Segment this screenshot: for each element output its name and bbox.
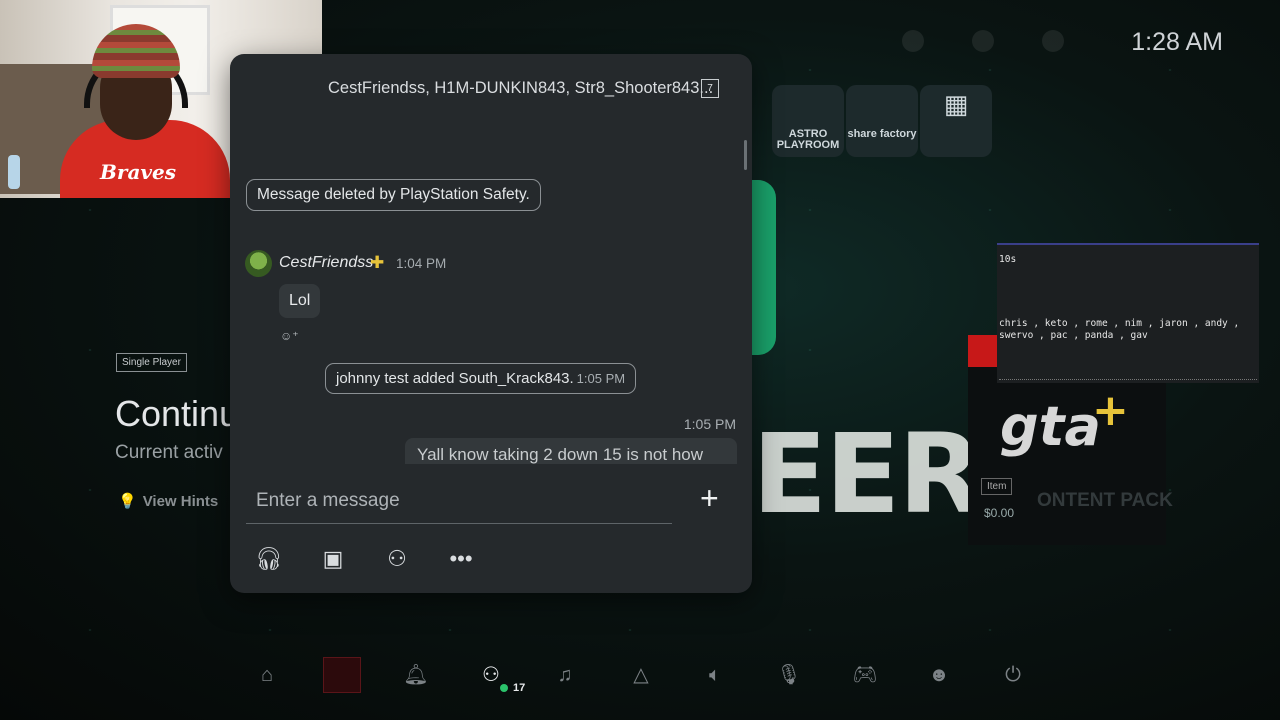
avatar[interactable]	[245, 250, 272, 277]
background-game-card	[752, 180, 776, 355]
message-sender[interactable]: CestFriendss	[279, 254, 373, 272]
tile-label: ASTRO PLAYROOM	[776, 128, 840, 151]
own-message-timestamp: 1:05 PM	[683, 416, 736, 432]
own-message-bubble[interactable]: Yall know taking 2 down 15 is not how	[405, 438, 737, 464]
item-price: $0.00	[984, 506, 1015, 520]
friends-online-count: 17	[513, 682, 526, 694]
game-avatar-icon[interactable]: ☻	[924, 660, 954, 690]
controller-icon[interactable]: 🎮︎	[850, 660, 880, 690]
shirt-logo: Braves	[100, 160, 177, 184]
more-options-icon[interactable]: •••	[446, 544, 476, 574]
gta-logo: gta	[1000, 395, 1101, 458]
member-added-notice: johnny test added South_Krack843. 1:05 PM	[325, 363, 637, 394]
gear-icon[interactable]	[972, 30, 994, 52]
share-screen-icon[interactable]: ▣	[318, 544, 348, 574]
add-attachment-button[interactable]: +	[700, 482, 719, 514]
activity-subtitle: Current activ	[115, 442, 223, 463]
add-reaction-icon[interactable]: ☺⁺	[280, 329, 299, 343]
added-notice-text: johnny test added South_Krack843.	[336, 370, 574, 387]
content-pack-label: ONTENT PACK	[1037, 490, 1173, 511]
added-notice-time: 1:05 PM	[576, 371, 626, 386]
tile-astro-playroom[interactable]: ASTRO PLAYROOM	[772, 85, 844, 157]
terminal-line: chris , keto , rome , nim , jaron , andy…	[999, 318, 1240, 329]
message-timestamp: 1:04 PM	[396, 256, 447, 271]
search-icon[interactable]	[902, 30, 924, 52]
current-game-thumbnail[interactable]	[323, 657, 361, 693]
chat-title[interactable]: CestFriendss, H1M-DUNKIN843, Str8_Shoote…	[328, 79, 713, 98]
clock: 1:28 AM	[1131, 28, 1223, 56]
tile-label: share factory	[847, 128, 917, 140]
terminal-line: 10s	[999, 254, 1017, 265]
single-player-badge: Single Player	[116, 353, 187, 372]
terminal-line: swervo , pac , panda , gav	[999, 330, 1148, 341]
gta-red-corner	[968, 335, 1000, 367]
terminal-status-bar	[999, 379, 1257, 382]
tile-share-factory[interactable]: share factory	[846, 85, 918, 157]
music-icon[interactable]: ♫	[550, 660, 580, 690]
chat-scrollbar[interactable]	[744, 140, 747, 170]
message-input[interactable]: Enter a message	[246, 480, 672, 524]
deleted-message-notice: Message deleted by PlayStation Safety.	[246, 179, 541, 211]
tile-game-library[interactable]: ▦	[920, 85, 992, 157]
party-members-icon[interactable]: ⚇	[382, 544, 412, 574]
home-icon[interactable]: ⌂	[252, 660, 282, 690]
view-hints-label: View Hints	[142, 492, 219, 510]
message-bubble[interactable]: Lol	[279, 284, 321, 318]
accessibility-icon[interactable]: △	[626, 660, 656, 690]
chat-panel: CestFriendss, H1M-DUNKIN843, Str8_Shoote…	[230, 54, 752, 593]
sound-icon[interactable]: 🔈︎	[700, 660, 730, 690]
background-title-text: EER	[752, 410, 983, 538]
view-hints-button[interactable]: 💡 View Hints	[118, 492, 219, 511]
terminal-overlay: 10s chris , keto , rome , nim , jaron , …	[997, 243, 1259, 383]
gta-plus-logo: +	[1092, 385, 1129, 436]
grid-icon: ▦	[943, 89, 969, 119]
voice-chat-icon[interactable]: 🎧︎	[254, 544, 284, 574]
online-status-dot	[500, 684, 508, 692]
webcam-bottle	[8, 155, 20, 189]
item-tag: Item	[981, 478, 1013, 495]
lightbulb-icon: 💡	[118, 493, 137, 510]
activity-title: Continu	[115, 393, 240, 434]
notifications-icon[interactable]: 🔔︎	[401, 660, 431, 690]
profile-avatar[interactable]	[1042, 30, 1064, 52]
power-icon[interactable]: ⏻	[998, 660, 1028, 690]
member-count-badge: 7	[701, 79, 719, 98]
ps-plus-icon: ✚	[370, 253, 385, 272]
mic-muted-icon[interactable]: 🎙︎	[774, 660, 804, 690]
